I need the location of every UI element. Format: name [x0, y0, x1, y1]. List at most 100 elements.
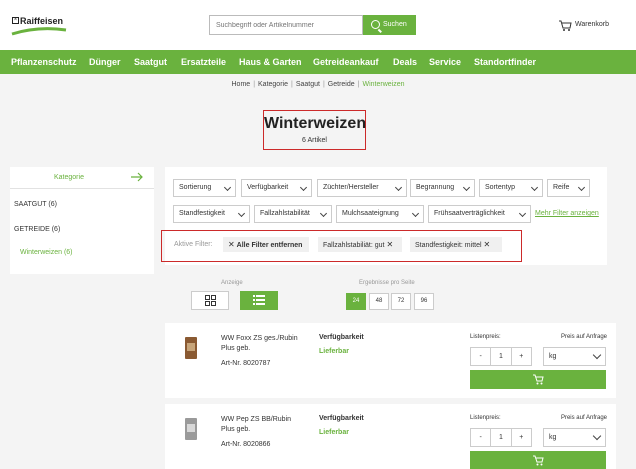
chevron-down-icon	[411, 209, 420, 218]
filter-mulchsaateignung[interactable]: Mulchsaateignung	[336, 205, 424, 223]
quantity-input[interactable]: 1	[491, 429, 512, 446]
clear-all-filters-button[interactable]: ✕ Alle Filter entfernen	[223, 237, 309, 252]
title-highlight-box: Winterweizen 6 Artikel	[263, 110, 366, 150]
nav-item-haus-garten[interactable]: Haus & Garten	[239, 57, 302, 67]
filter-reife[interactable]: Reife	[547, 179, 590, 197]
product-image[interactable]	[185, 337, 197, 359]
list-icon	[253, 295, 265, 305]
page-title: Winterweizen	[264, 115, 367, 132]
header: × Raiffeisen Suchen Warenkorb	[0, 0, 636, 50]
filter-begrannung[interactable]: Begrannung	[410, 179, 475, 197]
filter-verfuegbarkeit[interactable]: Verfügbarkeit	[241, 179, 312, 197]
cart-icon	[559, 20, 572, 31]
cart-link[interactable]: Warenkorb	[558, 19, 628, 33]
view-label: Anzeige	[221, 280, 243, 286]
more-filters-link[interactable]: Mehr Filter anzeigen	[535, 210, 599, 217]
active-filter-chip[interactable]: Standfestigkeit: mittel ✕	[410, 237, 502, 252]
nav-item-deals[interactable]: Deals	[393, 57, 417, 67]
list-view-button[interactable]	[240, 291, 278, 310]
chevron-down-icon	[223, 183, 232, 192]
close-icon: ✕	[228, 240, 235, 249]
cart-label: Warenkorb	[575, 21, 609, 28]
decrease-button[interactable]: -	[471, 348, 492, 365]
nav-item-saatgut[interactable]: Saatgut	[134, 57, 167, 67]
breadcrumb-current: Winterweizen	[362, 81, 405, 88]
filter-standfestigkeit[interactable]: Standfestigkeit	[173, 205, 250, 223]
availability-heading: Verfügbarkeit	[319, 334, 364, 341]
per-page-96[interactable]: 96	[414, 293, 434, 310]
availability-heading: Verfügbarkeit	[319, 415, 364, 422]
nav-item-getreideankauf[interactable]: Getreideankauf	[313, 57, 379, 67]
quantity-stepper: - 1 +	[470, 347, 532, 366]
chevron-down-icon	[319, 209, 328, 218]
product-article-number: Art-Nr. 8020866	[221, 441, 271, 448]
per-page-72[interactable]: 72	[391, 293, 411, 310]
article-count: 6 Artikel	[302, 137, 327, 144]
main-nav: Pflanzenschutz Dünger Saatgut Ersatzteil…	[0, 50, 636, 74]
grid-icon	[205, 295, 216, 306]
close-icon[interactable]: ✕	[386, 240, 393, 249]
sidebar-heading[interactable]: Kategorie	[10, 167, 154, 189]
filter-sortierung[interactable]: Sortierung	[173, 179, 236, 197]
list-price-label: Listenpreis:	[470, 415, 501, 421]
sidebar-item-getreide[interactable]: GETREIDE (6)	[14, 226, 60, 233]
nav-item-pflanzenschutz[interactable]: Pflanzenschutz	[11, 57, 77, 67]
logo-text: Raiffeisen	[20, 16, 64, 26]
decrease-button[interactable]: -	[471, 429, 492, 446]
per-page-24[interactable]: 24	[346, 293, 366, 310]
list-price-label: Listenpreis:	[470, 334, 501, 340]
active-filters-label: Aktive Filter:	[174, 241, 213, 248]
search-button[interactable]: Suchen	[363, 15, 416, 35]
filter-sortentyp[interactable]: Sortentyp	[479, 179, 543, 197]
quantity-input[interactable]: 1	[491, 348, 512, 365]
breadcrumb-getreide[interactable]: Getreide	[328, 81, 355, 88]
raiffeisen-logo[interactable]: × Raiffeisen	[10, 14, 68, 38]
add-to-cart-button[interactable]	[470, 370, 606, 389]
grid-view-button[interactable]	[191, 291, 229, 310]
availability-status: Lieferbar	[319, 348, 349, 355]
chevron-down-icon	[592, 431, 602, 441]
chevron-down-icon	[530, 183, 539, 192]
unit-select[interactable]: kg	[543, 347, 606, 366]
search-icon	[371, 20, 380, 29]
nav-item-service[interactable]: Service	[429, 57, 461, 67]
chevron-down-icon	[299, 183, 308, 192]
breadcrumb-kategorie[interactable]: Kategorie	[258, 81, 288, 88]
cart-icon	[533, 374, 544, 385]
nav-item-ersatzteile[interactable]: Ersatzteile	[181, 57, 226, 67]
filter-fruehsaatvertraeglichkeit[interactable]: Frühsaatverträglichkeit	[428, 205, 531, 223]
product-name[interactable]: WW Pep ZS BB/Rubin Plus geb.	[221, 415, 301, 435]
chevron-down-icon	[592, 350, 602, 360]
chevron-down-icon	[394, 183, 403, 192]
logo-swoosh-icon	[11, 27, 67, 36]
increase-button[interactable]: +	[512, 348, 531, 365]
active-filter-chip[interactable]: Fallzahlstabiliät: gut ✕	[318, 237, 402, 252]
filter-fallzahlstabilitaet[interactable]: Fallzahlstabilität	[254, 205, 332, 223]
category-sidebar: Kategorie SAATGUT (6) GETREIDE (6) Winte…	[10, 167, 154, 274]
increase-button[interactable]: +	[512, 429, 531, 446]
close-icon[interactable]: ✕	[483, 240, 490, 249]
product-article-number: Art-Nr. 8020787	[221, 360, 271, 367]
price-on-request: Preis auf Anfrage	[560, 415, 607, 421]
search-input[interactable]	[209, 15, 363, 35]
filter-zuechter[interactable]: Züchter/Hersteller	[317, 179, 407, 197]
quantity-stepper: - 1 +	[470, 428, 532, 447]
unit-select[interactable]: kg	[543, 428, 606, 447]
add-to-cart-button[interactable]	[470, 451, 606, 469]
per-page-48[interactable]: 48	[369, 293, 389, 310]
filter-panel: Sortierung Verfügbarkeit Züchter/Herstel…	[161, 167, 607, 265]
product-row: WW Foxx ZS ges./Rubin Plus geb. Art-Nr. …	[165, 323, 616, 398]
breadcrumb: Home | Kategorie | Saatgut | Getreide | Winterwe…	[231, 81, 405, 88]
breadcrumb-home[interactable]: Home	[232, 81, 251, 88]
product-image[interactable]	[185, 418, 197, 440]
nav-item-duenger[interactable]: Dünger	[89, 57, 121, 67]
sidebar-item-saatgut[interactable]: SAATGUT (6)	[14, 201, 57, 208]
logo-mark-icon: ×	[12, 17, 19, 24]
sidebar-item-winterweizen[interactable]: Winterweizen (6)	[20, 249, 73, 256]
chevron-down-icon	[462, 183, 471, 192]
chevron-down-icon	[577, 183, 586, 192]
nav-item-standortfinder[interactable]: Standortfinder	[474, 57, 536, 67]
product-row: WW Pep ZS BB/Rubin Plus geb. Art-Nr. 802…	[165, 404, 616, 469]
product-name[interactable]: WW Foxx ZS ges./Rubin Plus geb.	[221, 334, 301, 354]
breadcrumb-saatgut[interactable]: Saatgut	[296, 81, 320, 88]
